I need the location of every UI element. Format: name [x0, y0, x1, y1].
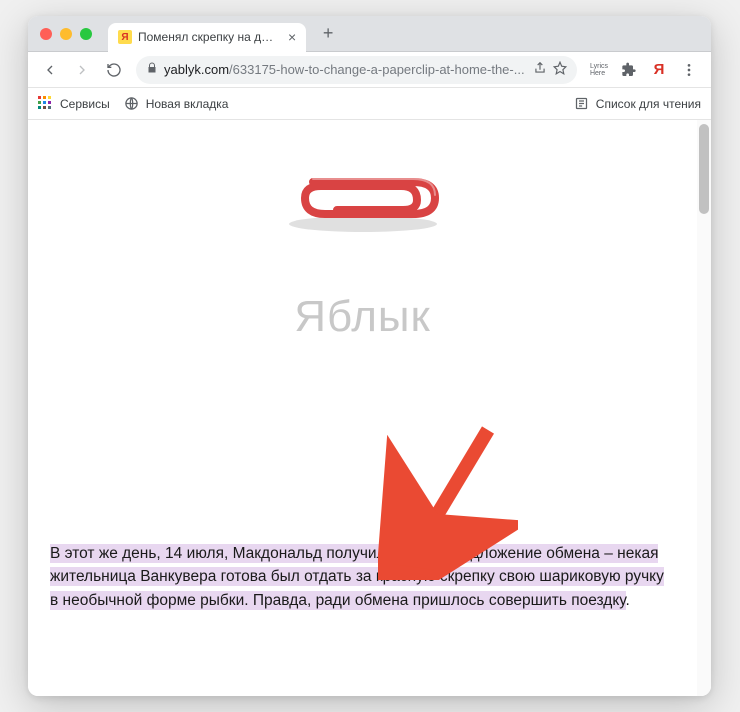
lyrics-extension-icon[interactable]: Lyrics Here [585, 56, 613, 84]
menu-icon[interactable] [675, 56, 703, 84]
tab-favicon: Я [118, 30, 132, 44]
close-window-button[interactable] [40, 28, 52, 40]
reading-list-button[interactable]: Список для чтения [574, 96, 701, 112]
maximize-window-button[interactable] [80, 28, 92, 40]
article-tail: . [626, 592, 630, 609]
back-button[interactable] [36, 56, 64, 84]
watermark-text: Яблык [50, 292, 675, 342]
url-text: yablyk.com/633175-how-to-change-a-paperc… [164, 62, 527, 77]
scrollbar-track[interactable] [697, 120, 711, 696]
yandex-extension-icon[interactable]: Я [645, 56, 673, 84]
forward-button[interactable] [68, 56, 96, 84]
lock-icon [146, 62, 158, 77]
bookmark-newpage[interactable]: Новая вкладка [124, 96, 229, 112]
toolbar-right: Lyrics Here Я [585, 56, 703, 84]
toolbar: yablyk.com/633175-how-to-change-a-paperc… [28, 52, 711, 88]
page-content: Яблык В этот же день, 14 июля, Макдональ… [28, 120, 711, 696]
reading-list-label: Список для чтения [596, 97, 701, 111]
bookmark-label: Сервисы [60, 97, 110, 111]
apps-grid-icon [38, 96, 54, 112]
scrollbar-thumb[interactable] [699, 124, 709, 214]
globe-icon [124, 96, 140, 112]
tab-close-icon[interactable]: × [288, 29, 296, 45]
highlighted-text[interactable]: В этот же день, 14 июля, Макдональд полу… [50, 544, 664, 610]
article-paragraph: В этот же день, 14 июля, Макдональд полу… [50, 542, 675, 612]
tab-title: Поменял скрепку на дом: ре [138, 30, 278, 44]
browser-tab[interactable]: Я Поменял скрепку на дом: ре × [108, 23, 306, 52]
star-icon[interactable] [553, 61, 567, 78]
titlebar: Я Поменял скрепку на дом: ре × + [28, 16, 711, 52]
browser-window: Я Поменял скрепку на дом: ре × + yablyk.… [28, 16, 711, 696]
new-tab-button[interactable]: + [316, 22, 340, 46]
page-body: Яблык В этот же день, 14 июля, Макдональ… [28, 120, 697, 696]
minimize-window-button[interactable] [60, 28, 72, 40]
reading-list-icon [574, 96, 590, 112]
bookmarks-bar: Сервисы Новая вкладка Список для чтения [28, 88, 711, 120]
reload-button[interactable] [100, 56, 128, 84]
address-bar[interactable]: yablyk.com/633175-how-to-change-a-paperc… [136, 56, 577, 84]
share-icon[interactable] [533, 61, 547, 78]
bookmark-label: Новая вкладка [146, 97, 229, 111]
extensions-icon[interactable] [615, 56, 643, 84]
traffic-lights [40, 28, 92, 40]
bookmark-services[interactable]: Сервисы [38, 96, 110, 112]
paperclip-image [263, 148, 463, 240]
